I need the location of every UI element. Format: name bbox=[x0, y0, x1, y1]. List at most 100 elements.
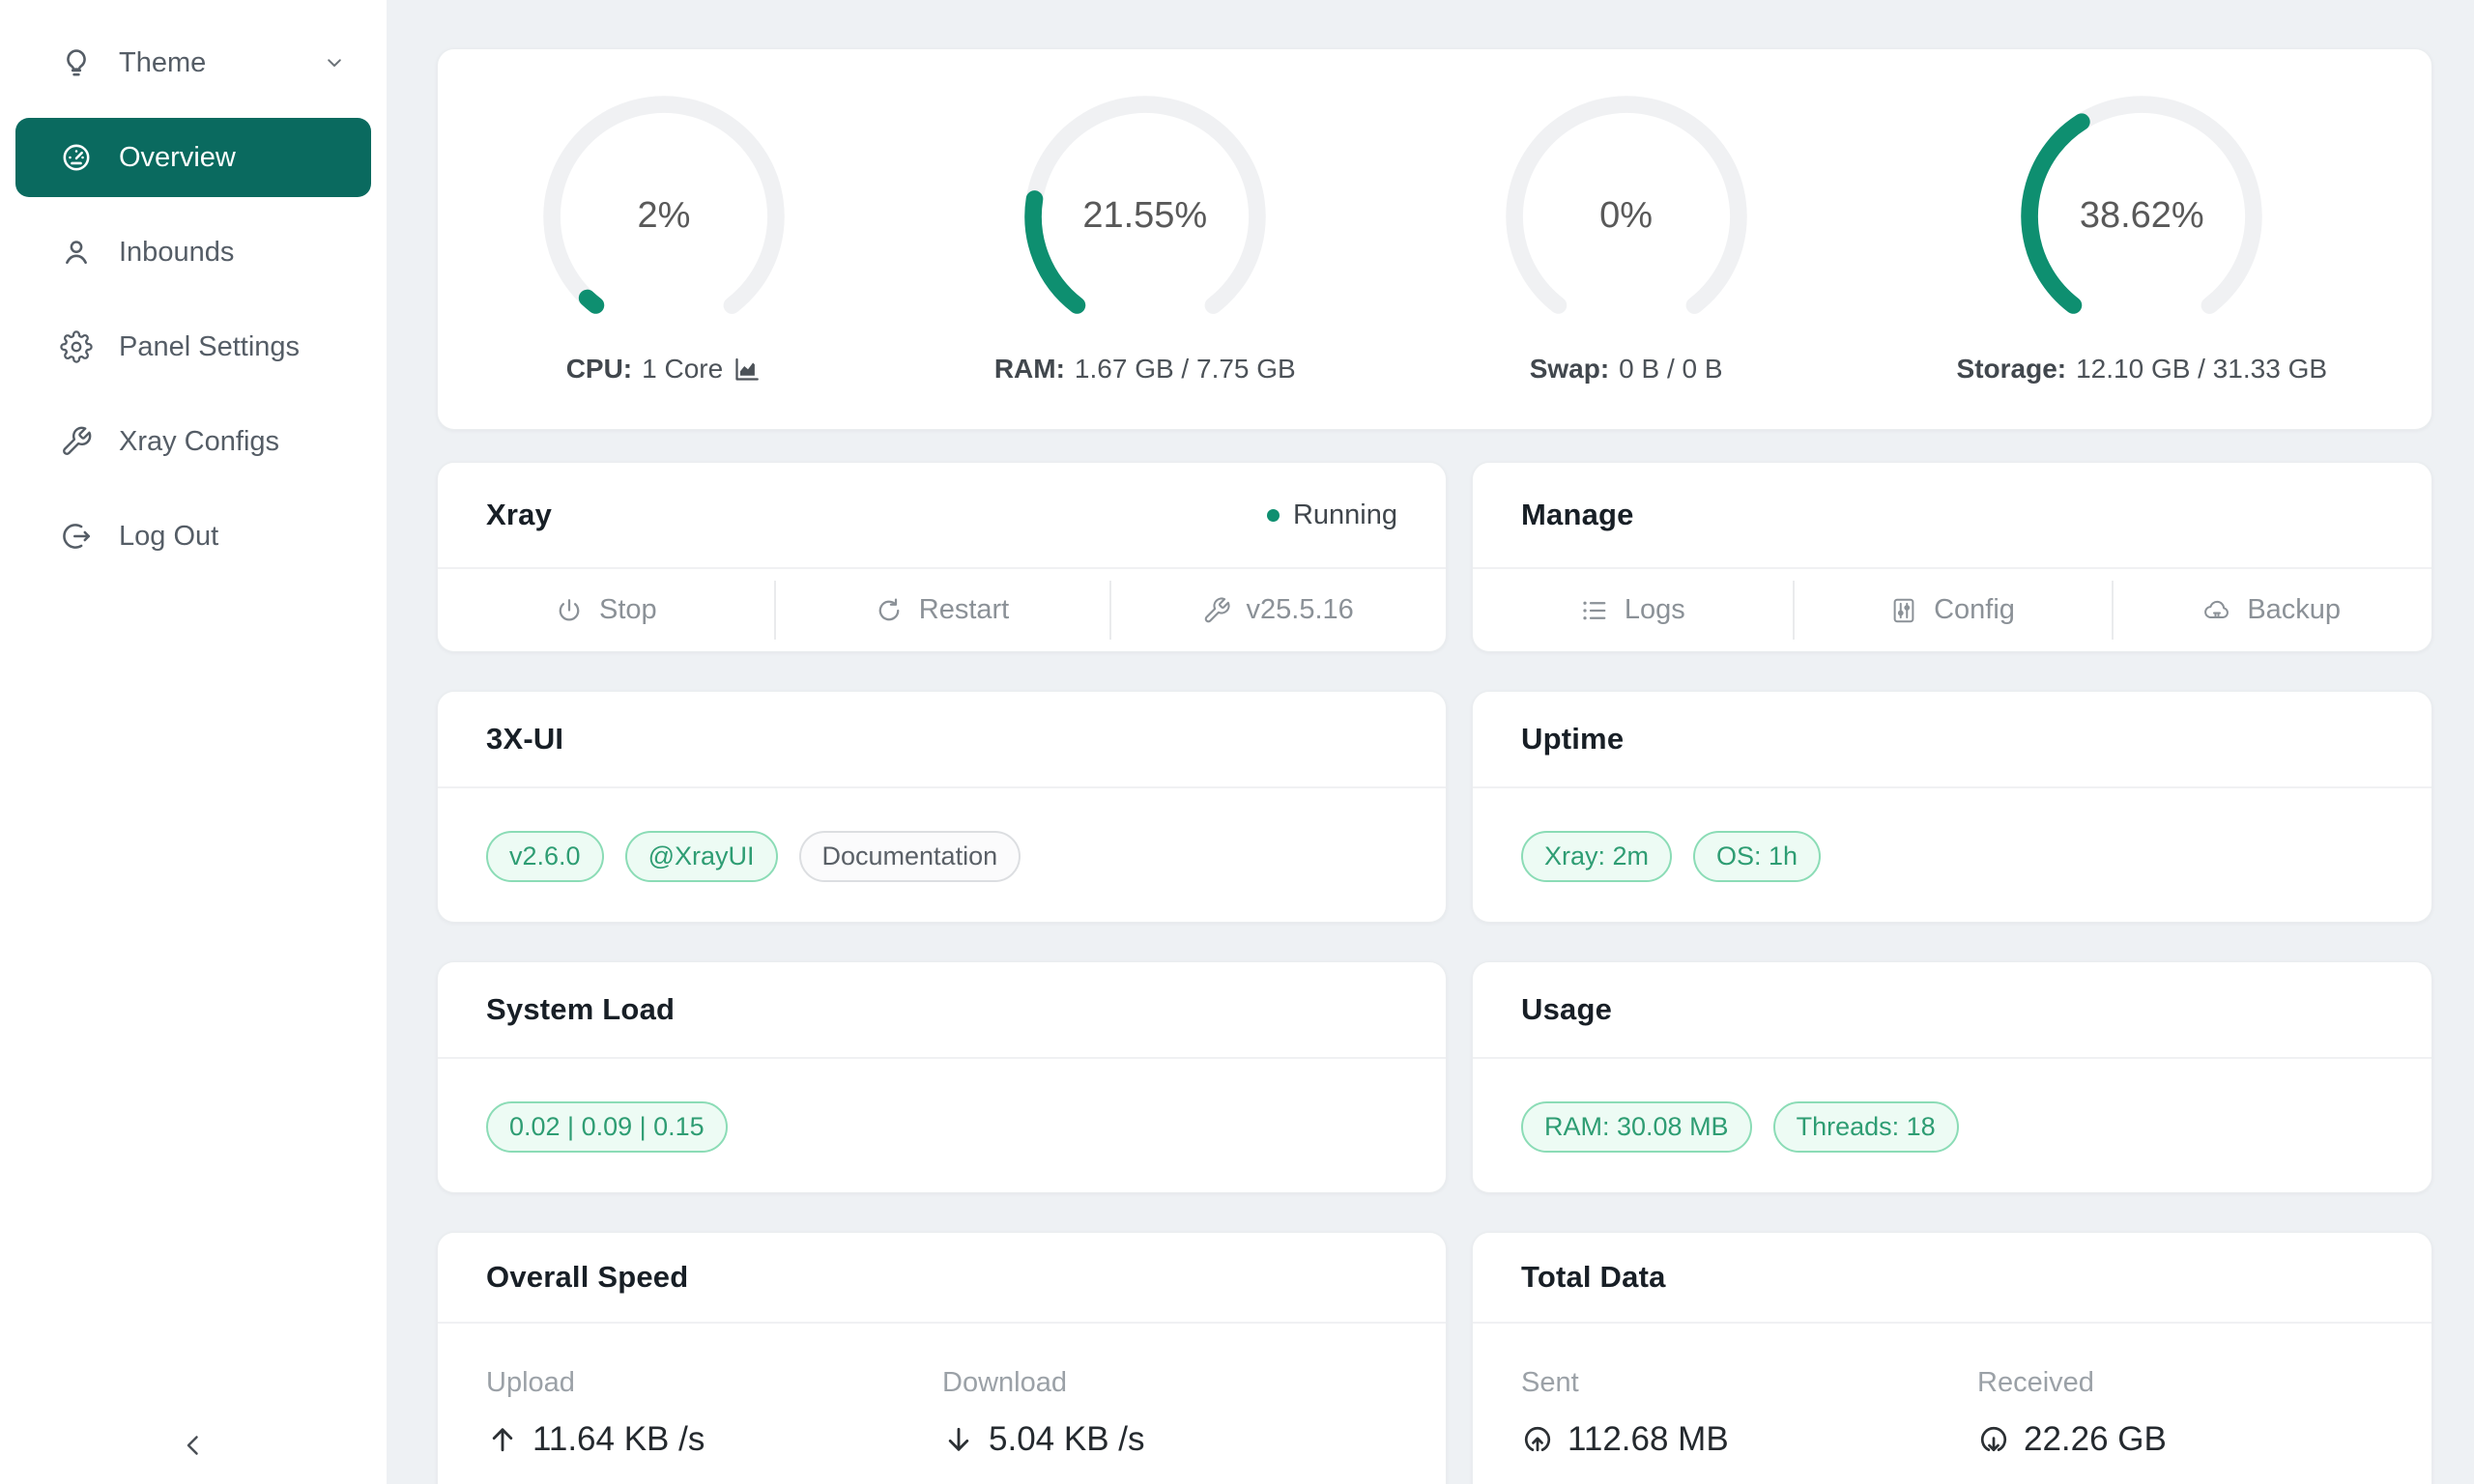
tag-label: @XrayUI bbox=[648, 842, 755, 871]
tag-label: RAM: 30.08 MB bbox=[1544, 1112, 1729, 1142]
manage-card-header: Manage bbox=[1473, 463, 2431, 569]
stat-value: 112.68 MB bbox=[1521, 1420, 1977, 1459]
sidebar: Theme Overview Inbounds Panel Settings bbox=[0, 0, 387, 1484]
xui-card-header: 3X-UI bbox=[438, 692, 1446, 788]
action-button-backup[interactable]: Backup bbox=[2112, 569, 2431, 651]
action-button-label: Logs bbox=[1625, 594, 1685, 626]
xray-card: Xray Running Stop Restart bbox=[437, 462, 1447, 652]
action-button-restart[interactable]: Restart bbox=[774, 569, 1110, 651]
sidebar-item-overview[interactable]: Overview bbox=[15, 118, 371, 197]
gauge-label-value: 1.67 GB / 7.75 GB bbox=[1075, 354, 1296, 385]
logout-icon bbox=[60, 520, 93, 553]
gauge-label-value: 12.10 GB / 31.33 GB bbox=[2076, 354, 2327, 385]
total-data-card-header: Total Data bbox=[1473, 1233, 2431, 1324]
area-chart-icon[interactable] bbox=[733, 355, 762, 384]
gauge-ring: 0% bbox=[1505, 95, 1748, 338]
dashboard-icon bbox=[60, 141, 93, 174]
stat-download: Download 5.04 KB /s bbox=[942, 1367, 1397, 1459]
running-status-label: Running bbox=[1293, 499, 1397, 531]
running-status-dot bbox=[1267, 509, 1280, 522]
gauge-label-value: 1 Core bbox=[642, 354, 723, 385]
xui-tags: v2.6.0 @XrayUI Documentation bbox=[438, 788, 1446, 925]
arrow-down-icon bbox=[942, 1423, 975, 1456]
usage-card-header: Usage bbox=[1473, 962, 2431, 1059]
action-button-label: Restart bbox=[919, 594, 1009, 626]
reload-icon bbox=[875, 596, 904, 625]
total-data-card: Total Data Sent 112.68 MB Received bbox=[1472, 1232, 2432, 1484]
sidebar-nav: Theme Overview Inbounds Panel Settings bbox=[0, 23, 387, 576]
sidebar-item-label: Panel Settings bbox=[119, 331, 300, 363]
stat-value: 22.26 GB bbox=[1977, 1420, 2383, 1459]
sidebar-item-theme[interactable]: Theme bbox=[15, 23, 371, 102]
stat-label: Received bbox=[1977, 1367, 2383, 1399]
sidebar-item-label: Inbounds bbox=[119, 237, 234, 269]
action-button-logs[interactable]: Logs bbox=[1473, 569, 1793, 651]
list-icon bbox=[1580, 596, 1609, 625]
action-button-label: Stop bbox=[599, 594, 657, 626]
sidebar-item-label: Log Out bbox=[119, 521, 218, 553]
tag-v2-6-0[interactable]: v2.6.0 bbox=[486, 831, 604, 882]
xui-card-title: 3X-UI bbox=[486, 722, 563, 756]
sidebar-item-label: Overview bbox=[119, 142, 236, 174]
gear-icon bbox=[60, 330, 93, 363]
xray-status: Running bbox=[1267, 499, 1397, 531]
tag-documentation[interactable]: Documentation bbox=[799, 831, 1021, 882]
uptime-card-header: Uptime bbox=[1473, 692, 2431, 788]
sidebar-item-inbounds[interactable]: Inbounds bbox=[15, 213, 371, 292]
gauge-cpu: 2% CPU: 1 Core bbox=[542, 95, 786, 385]
gauge-ring: 21.55% bbox=[1023, 95, 1267, 338]
action-button-v25-5-16[interactable]: v25.5.16 bbox=[1109, 569, 1446, 651]
gauge-label-name: Storage: bbox=[1957, 354, 2067, 385]
overall-speed-card: Overall Speed Upload 11.64 KB /s Downloa… bbox=[437, 1232, 1447, 1484]
total-data-card-title: Total Data bbox=[1521, 1260, 1666, 1295]
stat-value-text: 22.26 GB bbox=[2024, 1420, 2167, 1459]
xray-card-title: Xray bbox=[486, 498, 552, 532]
overall-speed-card-header: Overall Speed bbox=[438, 1233, 1446, 1324]
tag-0-02-0-09-0-15: 0.02 | 0.09 | 0.15 bbox=[486, 1101, 728, 1153]
stat-label: Upload bbox=[486, 1367, 942, 1399]
overall-speed-card-title: Overall Speed bbox=[486, 1260, 688, 1295]
uptime-tags: Xray: 2m OS: 1h bbox=[1473, 788, 2431, 925]
manage-actions: Logs Config Backup bbox=[1473, 569, 2431, 651]
sidebar-collapse-button[interactable] bbox=[0, 1414, 387, 1476]
overall-speed-stats: Upload 11.64 KB /s Download 5.04 KB /s bbox=[438, 1324, 1446, 1459]
gauge-ring: 2% bbox=[542, 95, 786, 338]
usage-card: Usage RAM: 30.08 MB Threads: 18 bbox=[1472, 961, 2432, 1193]
usage-card-title: Usage bbox=[1521, 992, 1612, 1027]
usage-tags: RAM: 30.08 MB Threads: 18 bbox=[1473, 1059, 2431, 1195]
main-content: 2% CPU: 1 Core 21.55% bbox=[387, 0, 2474, 1484]
gauge-label: Swap: 0 B / 0 B bbox=[1530, 354, 1723, 385]
stat-sent: Sent 112.68 MB bbox=[1521, 1367, 1977, 1459]
tag-xrayui[interactable]: @XrayUI bbox=[625, 831, 778, 882]
gauge-label: CPU: 1 Core bbox=[566, 354, 762, 385]
stat-label: Sent bbox=[1521, 1367, 1977, 1399]
cloud-download-icon bbox=[1977, 1423, 2010, 1456]
stat-value: 11.64 KB /s bbox=[486, 1420, 942, 1459]
system-load-tags: 0.02 | 0.09 | 0.15 bbox=[438, 1059, 1446, 1195]
chevron-down-icon bbox=[323, 51, 346, 74]
action-button-config[interactable]: Config bbox=[1793, 569, 2113, 651]
sidebar-item-log-out[interactable]: Log Out bbox=[15, 497, 371, 576]
gauge-label-value: 0 B / 0 B bbox=[1619, 354, 1722, 385]
uptime-card: Uptime Xray: 2m OS: 1h bbox=[1472, 691, 2432, 923]
tag-label: 0.02 | 0.09 | 0.15 bbox=[509, 1112, 705, 1142]
gauge-label: Storage: 12.10 GB / 31.33 GB bbox=[1957, 354, 2328, 385]
tag-os-1h: OS: 1h bbox=[1693, 831, 1821, 882]
action-button-stop[interactable]: Stop bbox=[438, 569, 774, 651]
gauge-label-name: Swap: bbox=[1530, 354, 1609, 385]
system-load-card-header: System Load bbox=[438, 962, 1446, 1059]
stat-received: Received 22.26 GB bbox=[1977, 1367, 2383, 1459]
wrench-icon bbox=[1202, 596, 1231, 625]
gauges-row: 2% CPU: 1 Core 21.55% bbox=[438, 95, 2431, 385]
stat-value-text: 5.04 KB /s bbox=[989, 1420, 1144, 1459]
stat-label: Download bbox=[942, 1367, 1397, 1399]
tag-label: Threads: 18 bbox=[1797, 1112, 1936, 1142]
sidebar-item-xray-configs[interactable]: Xray Configs bbox=[15, 402, 371, 481]
gauge-label-name: RAM: bbox=[994, 354, 1065, 385]
gauge-label-name: CPU: bbox=[566, 354, 632, 385]
sidebar-item-panel-settings[interactable]: Panel Settings bbox=[15, 307, 371, 386]
tag-ram-30-08-mb: RAM: 30.08 MB bbox=[1521, 1101, 1752, 1153]
sidebar-item-label: Theme bbox=[119, 47, 206, 79]
system-load-card-title: System Load bbox=[486, 992, 675, 1027]
user-icon bbox=[60, 236, 93, 269]
